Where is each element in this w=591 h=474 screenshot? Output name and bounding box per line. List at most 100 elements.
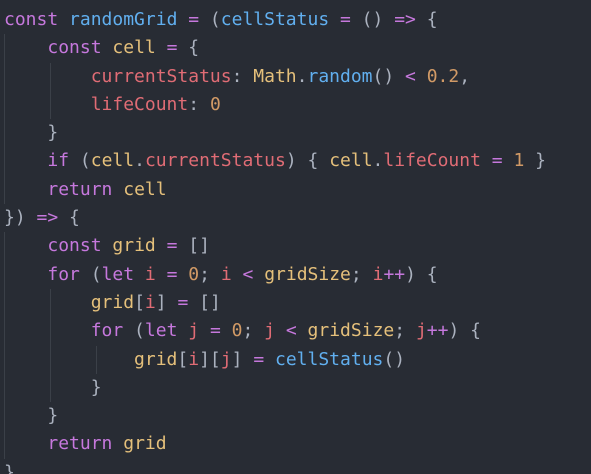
code-line: } xyxy=(0,459,591,474)
indent-guide xyxy=(50,345,51,374)
code-token: j xyxy=(220,348,232,370)
code-line: currentStatus: Math.random() < 0.2, xyxy=(0,62,591,91)
code-token: => xyxy=(394,9,416,30)
code-token: = xyxy=(166,263,178,285)
code-token: 0.2 xyxy=(426,65,460,87)
indent-guide xyxy=(4,90,5,120)
code-line: grid[i][j] = cellStatus() xyxy=(0,345,591,374)
indent-guide xyxy=(4,317,5,346)
code-token: [] xyxy=(177,235,210,257)
code-token: 1 xyxy=(513,150,525,172)
code-token: if xyxy=(47,150,70,172)
code-token: i xyxy=(144,263,156,285)
code-token: ++ xyxy=(383,263,406,285)
code-token: ) { xyxy=(285,150,330,172)
code-token: ) { xyxy=(405,263,438,285)
code-token: } xyxy=(47,122,59,144)
indent-guide xyxy=(4,373,5,403)
code-token: < xyxy=(242,263,254,285)
code-token: i xyxy=(372,263,384,285)
code-token: , xyxy=(459,65,471,87)
code-token: j xyxy=(264,320,276,342)
indent-guide xyxy=(4,147,5,176)
code-token: let xyxy=(101,263,135,285)
code-line: }) => { xyxy=(0,204,591,232)
code-line: if (cell.currentStatus) { cell.lifeCount… xyxy=(0,147,591,176)
code-token: ( xyxy=(199,9,221,30)
code-token: j xyxy=(188,320,200,342)
code-token: = xyxy=(253,348,265,370)
code-token: grid xyxy=(123,433,167,455)
code-token: { xyxy=(177,37,200,59)
code-line: } xyxy=(0,119,591,148)
code-token: ( xyxy=(123,320,145,342)
code-token: < xyxy=(405,65,416,87)
code-token: => xyxy=(36,207,59,229)
code-token: ; xyxy=(394,320,416,342)
code-token: () xyxy=(372,65,406,87)
code-token: cell xyxy=(329,150,373,172)
indent-guide xyxy=(4,260,5,289)
code-token: 0 xyxy=(231,320,243,342)
code-token: randomGrid xyxy=(69,9,178,30)
code-token: [] xyxy=(188,291,221,313)
code-token: [ xyxy=(134,291,145,313)
code-line: } xyxy=(0,373,591,403)
code-token: = xyxy=(188,9,200,30)
code-token: return xyxy=(47,433,113,455)
code-token: . xyxy=(372,150,384,172)
code-token: { xyxy=(415,9,438,30)
code-token: grid xyxy=(112,235,156,257)
code-token: i xyxy=(188,348,200,370)
code-token: cellStatus xyxy=(220,9,330,30)
code-token: = xyxy=(166,235,178,257)
code-line: return grid xyxy=(0,430,591,459)
code-token: = xyxy=(491,150,503,172)
code-token: 0 xyxy=(209,93,221,115)
indent-guide xyxy=(4,345,5,374)
code-token: ] xyxy=(231,348,254,370)
code-token: [ xyxy=(177,348,189,370)
code-token: const xyxy=(4,9,59,30)
indent-guide xyxy=(50,288,51,318)
indent-guide xyxy=(50,90,51,120)
code-editor[interactable]: const randomGrid = (cellStatus = () => {… xyxy=(0,0,591,474)
code-token: gridSize xyxy=(307,320,395,342)
code-token: }) xyxy=(4,207,37,229)
indent-guide xyxy=(4,232,5,261)
code-token: ] xyxy=(155,291,178,313)
code-token: ; xyxy=(242,320,265,342)
indent-guide xyxy=(4,175,5,205)
code-line: for (let i = 0; i < gridSize; i++) { xyxy=(0,260,591,289)
code-token: = xyxy=(166,37,178,59)
code-token: { xyxy=(58,207,80,229)
code-token: currentStatus xyxy=(90,65,232,87)
code-token: ; xyxy=(350,263,373,285)
code-token: } xyxy=(90,376,102,398)
code-token: < xyxy=(285,320,297,342)
indent-guide xyxy=(4,402,5,431)
code-token: ][ xyxy=(199,348,221,370)
indent-guide xyxy=(4,62,5,91)
indent-guide xyxy=(4,430,5,459)
code-token: for xyxy=(47,263,80,285)
code-token: = xyxy=(340,9,351,30)
